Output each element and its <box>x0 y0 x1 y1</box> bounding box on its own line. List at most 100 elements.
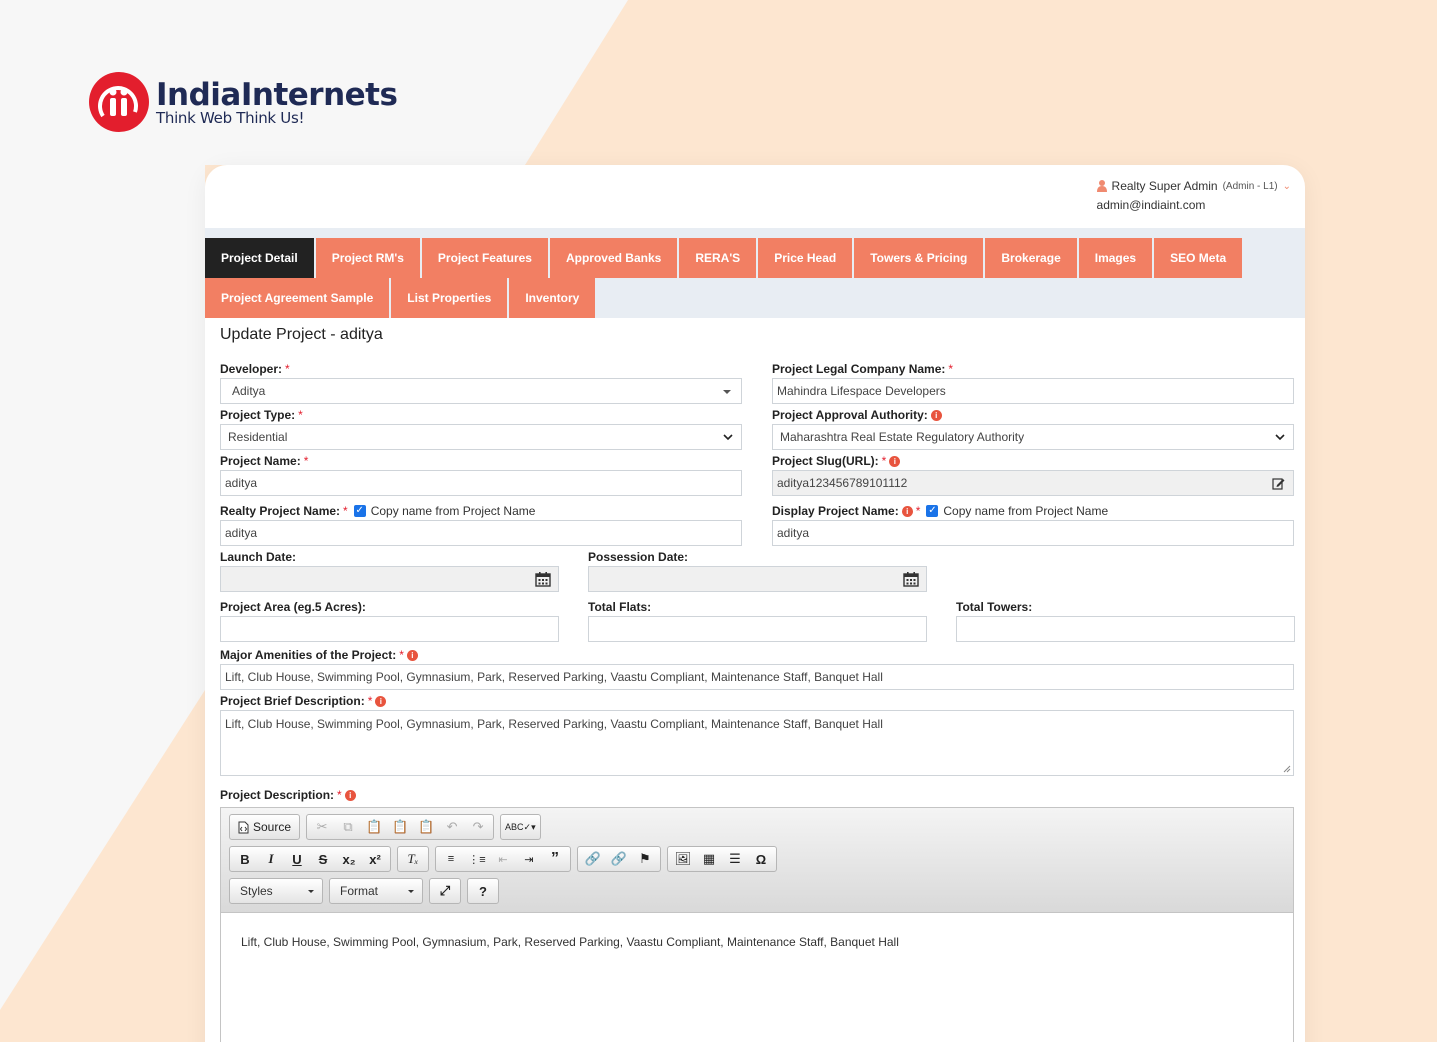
amenities-input[interactable]: Lift, Club House, Swimming Pool, Gymnasi… <box>220 664 1294 690</box>
amenities-value: Lift, Club House, Swimming Pool, Gymnasi… <box>225 670 883 684</box>
paste-word-icon[interactable]: 📋 <box>413 815 439 839</box>
tab-brokerage[interactable]: Brokerage <box>985 238 1077 278</box>
anchor-flag-icon[interactable]: ⚑ <box>632 847 658 871</box>
redo-icon[interactable]: ↷ <box>465 815 491 839</box>
project-type-value: Residential <box>228 430 288 444</box>
maximize-icon[interactable]: ⤢ <box>432 879 458 903</box>
caret-down-icon <box>308 889 314 893</box>
brand-name: IndiaInternets <box>156 77 398 113</box>
calendar-icon[interactable] <box>535 571 551 587</box>
brief-description-textarea[interactable]: Lift, Club House, Swimming Pool, Gymnasi… <box>220 710 1294 776</box>
spellcheck-icon[interactable]: ABC✓▾ <box>503 815 538 839</box>
bulleted-list-icon[interactable]: ⋮≡ <box>464 847 490 871</box>
tab-inventory[interactable]: Inventory <box>509 278 596 318</box>
remove-format-icon[interactable]: Tₓ <box>400 847 426 871</box>
outdent-icon[interactable]: ⇤ <box>490 847 516 871</box>
chevron-down-icon <box>723 434 733 441</box>
format-dropdown[interactable]: Format <box>329 878 423 904</box>
brand-tagline: Think Web Think Us! <box>156 109 305 127</box>
copy-display-name-label: Copy name from Project Name <box>943 504 1109 518</box>
page-title: Update Project - aditya <box>220 326 383 343</box>
tab-rera-s[interactable]: RERA'S <box>679 238 757 278</box>
project-type-select[interactable]: Residential <box>220 424 742 450</box>
subscript-icon[interactable]: x₂ <box>336 847 362 871</box>
bold-icon[interactable]: B <box>232 847 258 871</box>
tab-project-rm-s[interactable]: Project RM's <box>315 238 420 278</box>
brief-description-value: Lift, Club House, Swimming Pool, Gymnasi… <box>225 717 883 731</box>
caret-down-icon <box>723 390 731 394</box>
tab-towers-pricing[interactable]: Towers & Pricing <box>854 238 984 278</box>
project-slug-label: Project Slug(URL): <box>772 454 879 468</box>
realty-project-name-input[interactable]: aditya <box>220 520 742 546</box>
editor-content[interactable]: Lift, Club House, Swimming Pool, Gymnasi… <box>221 913 1293 971</box>
tab-project-detail[interactable]: Project Detail <box>205 238 314 284</box>
developer-label: Developer: <box>220 362 283 376</box>
tab-seo-meta[interactable]: SEO Meta <box>1154 238 1243 278</box>
special-char-icon[interactable]: Ω <box>748 847 774 871</box>
tab-approved-banks[interactable]: Approved Banks <box>549 238 678 278</box>
numbered-list-icon[interactable]: ≡ <box>438 847 464 871</box>
source-button[interactable]: Source <box>232 815 297 839</box>
styles-dropdown[interactable]: Styles <box>229 878 323 904</box>
source-icon <box>238 821 249 833</box>
tab-images[interactable]: Images <box>1078 238 1153 278</box>
link-icon[interactable]: 🔗 <box>580 847 606 871</box>
display-project-name-input[interactable]: aditya <box>772 520 1294 546</box>
copy-icon[interactable]: ⧉ <box>335 815 361 839</box>
cut-icon[interactable]: ✂ <box>309 815 335 839</box>
caret-down-icon <box>408 889 414 893</box>
info-icon[interactable]: i <box>889 455 901 467</box>
superscript-icon[interactable]: x² <box>362 847 388 871</box>
paste-text-icon[interactable]: 📋 <box>387 815 413 839</box>
user-menu[interactable]: Realty Super Admin (Admin - L1) ⌄ admin@… <box>1096 179 1291 212</box>
unlink-icon[interactable]: 🔗 <box>606 847 632 871</box>
info-icon[interactable]: i <box>406 649 418 661</box>
required-mark: * <box>948 362 954 376</box>
tab-list-properties[interactable]: List Properties <box>391 278 508 318</box>
realty-project-name-value: aditya <box>225 526 258 540</box>
info-icon[interactable]: i <box>344 789 356 801</box>
info-icon[interactable]: i <box>901 505 913 517</box>
paste-icon[interactable]: 📋 <box>361 815 387 839</box>
required-mark: * <box>343 504 348 518</box>
approval-authority-select[interactable]: Maharashtra Real Estate Regulatory Autho… <box>772 424 1294 450</box>
strikethrough-icon[interactable]: S <box>310 847 336 871</box>
launch-date-input[interactable] <box>220 566 559 592</box>
launch-date-label: Launch Date: <box>220 550 297 564</box>
info-icon[interactable]: i <box>930 409 942 421</box>
tab-project-features[interactable]: Project Features <box>421 238 548 278</box>
tab-row-2: Project Agreement Sample List Properties I… <box>205 278 1305 318</box>
tab-project-agreement-sample[interactable]: Project Agreement Sample <box>205 278 390 318</box>
horizontal-line-icon[interactable]: ☰ <box>722 847 748 871</box>
legal-company-input[interactable]: Mahindra Lifespace Developers <box>772 378 1294 404</box>
blockquote-icon[interactable]: ” <box>542 847 568 871</box>
italic-icon[interactable]: I <box>258 847 284 871</box>
project-name-input[interactable]: aditya <box>220 470 742 496</box>
user-role: (Admin - L1) <box>1222 180 1278 192</box>
possession-date-input[interactable] <box>588 566 927 592</box>
copy-name-label: Copy name from Project Name <box>370 504 536 518</box>
project-area-input[interactable] <box>220 616 559 642</box>
help-icon[interactable]: ? <box>470 879 496 903</box>
required-mark: * <box>399 648 404 662</box>
resize-handle-icon[interactable] <box>1283 765 1291 773</box>
brand-logo-icon <box>89 72 149 132</box>
brand-logo: IndiaInternets Think Web Think Us! <box>89 72 398 132</box>
total-flats-input[interactable] <box>588 616 927 642</box>
project-slug-input[interactable]: aditya123456789101112 <box>772 470 1294 496</box>
image-icon[interactable]: 🖼 <box>670 847 696 871</box>
undo-icon[interactable]: ↶ <box>439 815 465 839</box>
info-icon[interactable]: i <box>375 695 387 707</box>
copy-display-name-checkbox[interactable]: ✓ <box>926 505 939 517</box>
calendar-icon[interactable] <box>903 571 919 587</box>
description-value: Lift, Club House, Swimming Pool, Gymnasi… <box>241 935 899 949</box>
tab-price-head[interactable]: Price Head <box>758 238 853 278</box>
developer-select[interactable]: Aditya <box>220 378 742 404</box>
copy-name-checkbox[interactable]: ✓ <box>353 505 366 517</box>
table-icon[interactable]: ▦ <box>696 847 722 871</box>
indent-icon[interactable]: ⇥ <box>516 847 542 871</box>
edit-icon[interactable] <box>1272 477 1285 490</box>
chevron-down-icon[interactable]: ⌄ <box>1283 181 1291 192</box>
total-towers-input[interactable] <box>956 616 1295 642</box>
underline-icon[interactable]: U <box>284 847 310 871</box>
